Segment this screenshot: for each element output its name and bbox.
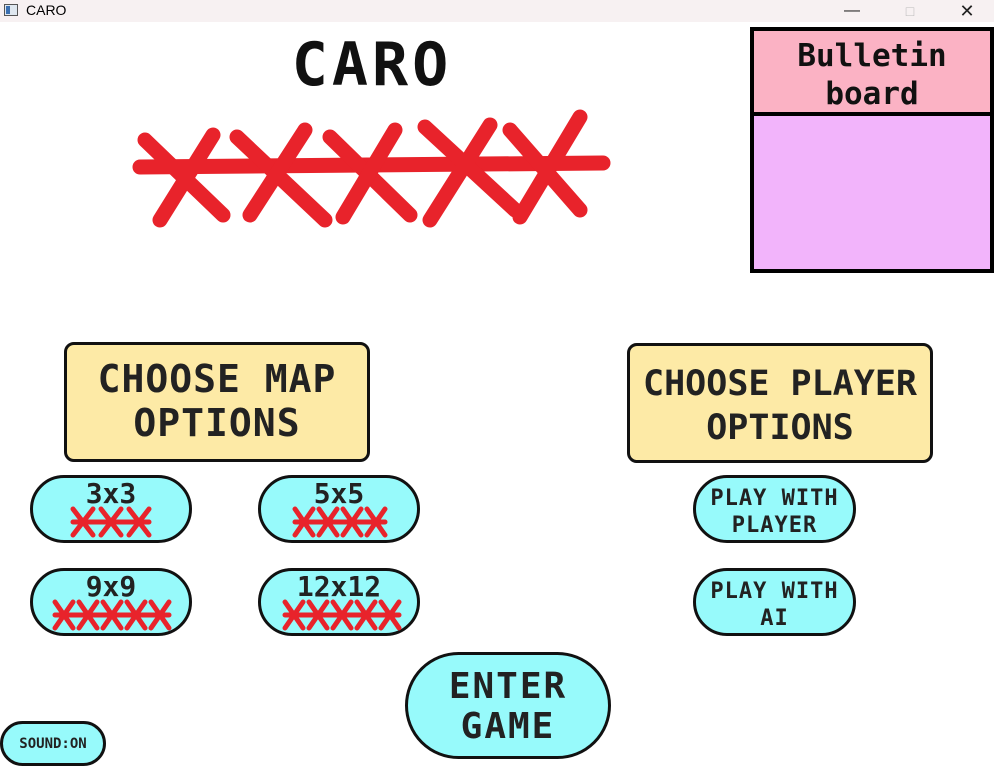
choose-player-options-label: CHOOSE PLAYER OPTIONS — [627, 343, 933, 463]
maximize-icon[interactable]: □ — [890, 0, 930, 22]
x-marks-icon — [292, 506, 388, 538]
play-with-player-line1: PLAY WITH — [710, 486, 839, 511]
map-12x12-button[interactable]: 12x12 — [258, 568, 420, 636]
enter-game-line1: ENTER — [448, 666, 568, 707]
app-icon — [4, 4, 18, 16]
map-options-line2: OPTIONS — [133, 401, 301, 445]
player-options-line1: CHOOSE PLAYER — [643, 364, 917, 404]
bulletin-board: Bulletin board — [750, 27, 994, 273]
play-with-ai-line1: PLAY WITH — [710, 579, 839, 604]
map-3x3-button[interactable]: 3x3 — [30, 475, 192, 543]
x-marks-icon — [70, 506, 152, 538]
play-with-player-button[interactable]: PLAY WITH PLAYER — [693, 475, 856, 543]
map-size-label: 9x9 — [85, 570, 137, 603]
play-with-player-line2: PLAYER — [731, 513, 818, 538]
title-x-marks-icon — [132, 109, 611, 228]
bulletin-label-line2: board — [825, 76, 919, 112]
sound-toggle-button[interactable]: SOUND:ON — [0, 721, 106, 766]
map-options-line1: CHOOSE MAP — [97, 357, 337, 401]
minimize-icon[interactable]: — — [832, 0, 872, 22]
map-size-label: 12x12 — [296, 570, 382, 603]
enter-game-line2: GAME — [460, 706, 556, 747]
player-options-line2: OPTIONS — [706, 408, 854, 448]
map-5x5-button[interactable]: 5x5 — [258, 475, 420, 543]
enter-game-button[interactable]: ENTER GAME — [405, 652, 611, 759]
map-size-label: 5x5 — [313, 477, 365, 510]
bulletin-header: Bulletin board — [754, 31, 990, 116]
title-bar: CARO — □ ✕ — [0, 0, 994, 22]
choose-map-options-label: CHOOSE MAP OPTIONS — [64, 342, 370, 462]
map-size-label: 3x3 — [85, 477, 137, 510]
map-9x9-button[interactable]: 9x9 — [30, 568, 192, 636]
x-marks-icon — [282, 599, 402, 631]
close-icon[interactable]: ✕ — [947, 0, 987, 22]
play-with-ai-button[interactable]: PLAY WITH AI — [693, 568, 856, 636]
window-title: CARO — [26, 2, 67, 18]
bulletin-label-line1: Bulletin — [797, 38, 947, 74]
game-title: CARO — [291, 30, 453, 100]
x-marks-icon — [52, 599, 172, 631]
play-with-ai-line2: AI — [760, 606, 789, 631]
